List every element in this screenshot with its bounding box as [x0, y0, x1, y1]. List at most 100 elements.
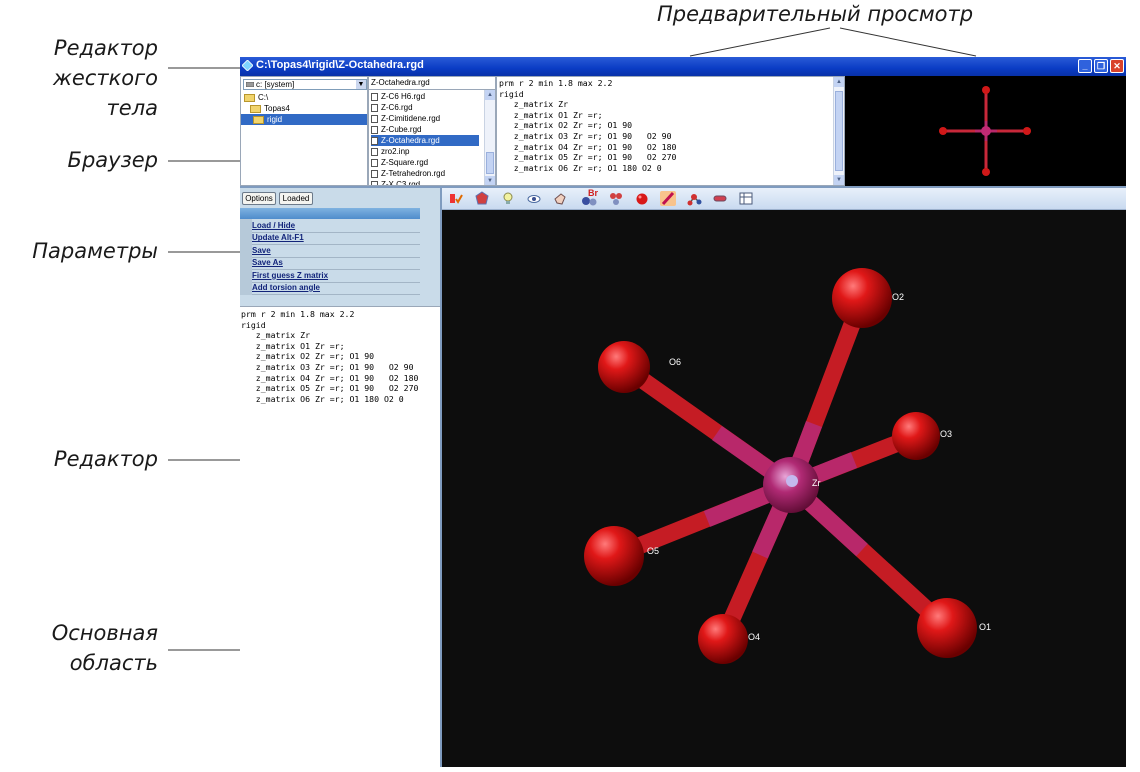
label-zr: Zr [812, 478, 821, 488]
annotation-rigid-editor-1: Редактор [53, 36, 158, 60]
minimize-button[interactable]: _ [1078, 59, 1092, 73]
table-icon[interactable] [738, 191, 754, 206]
code-line: z_matrix O1 Zr =r; [241, 340, 345, 351]
param-item[interactable]: Load / Hide [252, 220, 420, 233]
file-item[interactable]: Z-C6.rgd [371, 102, 479, 113]
file-icon [371, 158, 378, 167]
tree-item-root[interactable]: C:\ [244, 92, 268, 103]
file-item[interactable]: Z-Square.rgd [371, 157, 479, 168]
tree-item-topas4[interactable]: Topas4 [250, 103, 290, 114]
code-line: prm r 2 min 1.8 max 2.2 [499, 78, 613, 88]
annotation-preview: Предварительный просмотр [657, 2, 974, 26]
param-item[interactable]: First guess Z matrix [252, 270, 420, 283]
atom-cluster-icon[interactable] [608, 191, 624, 206]
scroll-down-icon[interactable]: ▼ [485, 176, 495, 185]
code-line: z_matrix O4 Zr =r; O1 90 O2 180 [241, 372, 419, 383]
annotation-main-area-2: область [69, 651, 158, 675]
label-o1: O1 [979, 622, 991, 632]
main-3d-viewer[interactable]: O2 O6 O3 Zr O5 O4 O1 [442, 210, 1126, 767]
capsule-icon[interactable] [712, 191, 728, 206]
file-icon [371, 103, 378, 112]
atom-o1 [917, 598, 977, 658]
loaded-button[interactable]: Loaded [279, 192, 313, 205]
scroll-up-icon[interactable]: ▲ [834, 77, 844, 87]
annotation-parameters: Параметры [32, 239, 158, 263]
annotation-editor: Редактор [53, 447, 158, 471]
atom-o6 [598, 341, 650, 393]
molecule-icon[interactable] [686, 191, 702, 206]
rigid-body-editor[interactable]: prm r 2 min 1.8 max 2.2 rigid z_matrix Zr… [496, 76, 845, 186]
chevron-down-icon[interactable]: ▼ [356, 80, 366, 89]
select-check-icon[interactable] [448, 191, 464, 206]
scroll-down-icon[interactable]: ▼ [834, 175, 844, 185]
rigid-code-text: prm r 2 min 1.8 max 2.2 rigid z_matrix Zr… [499, 78, 676, 173]
code-line: z_matrix O3 Zr =r; O1 90 O2 90 [499, 130, 672, 141]
file-list-pane[interactable]: Z-Octahedra.rgd Z-C6 H6.rgd Z-C6.rgd Z-Cim… [368, 76, 496, 186]
code-line: z_matrix O4 Zr =r; O1 90 O2 180 [499, 141, 677, 152]
atom-o5 [584, 526, 644, 586]
file-icon [371, 147, 378, 156]
molecule-scene: O2 O6 O3 Zr O5 O4 O1 [584, 268, 991, 664]
hand-icon[interactable] [552, 191, 568, 206]
drive-select[interactable]: c: [system] ▼ [243, 79, 367, 90]
bromine-atom-icon[interactable]: Br [580, 188, 600, 206]
preview-molecule [939, 86, 1031, 176]
code-line: z_matrix Zr [241, 330, 311, 341]
sphere-icon[interactable] [634, 191, 650, 206]
param-item[interactable]: Save [252, 245, 420, 258]
restore-button[interactable]: ❐ [1094, 59, 1108, 73]
light-bulb-icon[interactable] [500, 191, 516, 206]
file-item[interactable]: Z-Cube.rgd [371, 124, 479, 135]
rigid-editor-scrollbar[interactable]: ▲ ▼ [833, 77, 844, 185]
tree-item-rigid[interactable]: rigid [241, 114, 367, 125]
preview-pane[interactable] [845, 76, 1126, 186]
file-item[interactable]: Z-Cimitidene.rgd [371, 113, 479, 124]
file-item[interactable]: zro2.inp [371, 146, 479, 157]
file-icon [371, 114, 378, 123]
file-item[interactable]: Z-C6 H6.rgd [371, 91, 479, 102]
file-icon [371, 92, 378, 101]
file-list-scrollbar[interactable]: ▲ ▼ [484, 90, 495, 185]
code-editor[interactable]: prm r 2 min 1.8 max 2.2 rigid z_matrix Zr… [240, 306, 440, 768]
app-icon [242, 60, 253, 71]
parameters-header [240, 208, 420, 219]
code-line: z_matrix O2 Zr =r; O1 90 [241, 351, 375, 362]
code-line: z_matrix O1 Zr =r; [499, 109, 603, 120]
file-item[interactable]: Z-X C3.rgd [371, 179, 479, 185]
param-item[interactable]: Add torsion angle [252, 282, 420, 295]
editor-code-text: prm r 2 min 1.8 max 2.2 rigid z_matrix Zr… [241, 309, 418, 404]
code-line: z_matrix O2 Zr =r; O1 90 [499, 120, 633, 131]
window-titlebar[interactable]: C:\Topas4\rigid\Z-Octahedra.rgd _ ❐ ✕ [240, 57, 1126, 76]
options-button[interactable]: Options [242, 192, 276, 205]
atom-zr-highlight [786, 475, 798, 487]
drive-value: c: [system] [256, 80, 295, 89]
file-item[interactable]: Z-Octahedra.rgd [371, 135, 479, 146]
scroll-thumb[interactable] [835, 91, 843, 171]
eye-icon[interactable] [526, 191, 542, 206]
polyhedron-icon[interactable] [474, 191, 490, 206]
viewer-toolbar: Br [442, 188, 1126, 210]
close-button[interactable]: ✕ [1110, 59, 1124, 73]
file-item[interactable]: Z-Tetrahedron.rgd [371, 168, 479, 179]
preview-atom [982, 168, 990, 176]
bond-stick-icon[interactable] [660, 191, 676, 206]
scroll-thumb[interactable] [486, 152, 494, 174]
code-line: z_matrix O6 Zr =r; O1 180 O2 0 [499, 162, 662, 173]
preview-atom [939, 127, 947, 135]
label-o4: O4 [748, 632, 760, 642]
folder-icon [244, 93, 255, 102]
preview-atom-center [981, 126, 991, 136]
parameters-gutter [240, 219, 252, 295]
folder-tree-pane[interactable]: c: [system] ▼ C:\ Topas4 rigid [240, 76, 368, 186]
param-item[interactable]: Update Alt-F1 [252, 232, 420, 246]
code-line: z_matrix O6 Zr =r; O1 180 O2 0 [241, 393, 404, 404]
folder-open-icon [253, 115, 264, 124]
scroll-up-icon[interactable]: ▲ [485, 90, 495, 100]
file-icon [371, 125, 378, 134]
code-line: z_matrix O5 Zr =r; O1 90 O2 270 [499, 152, 677, 163]
folder-icon [250, 104, 261, 113]
param-item[interactable]: Save As [252, 257, 420, 271]
code-line: z_matrix O5 Zr =r; O1 90 O2 270 [241, 383, 419, 394]
code-line: z_matrix Zr [499, 99, 569, 110]
label-o6: O6 [669, 357, 681, 367]
